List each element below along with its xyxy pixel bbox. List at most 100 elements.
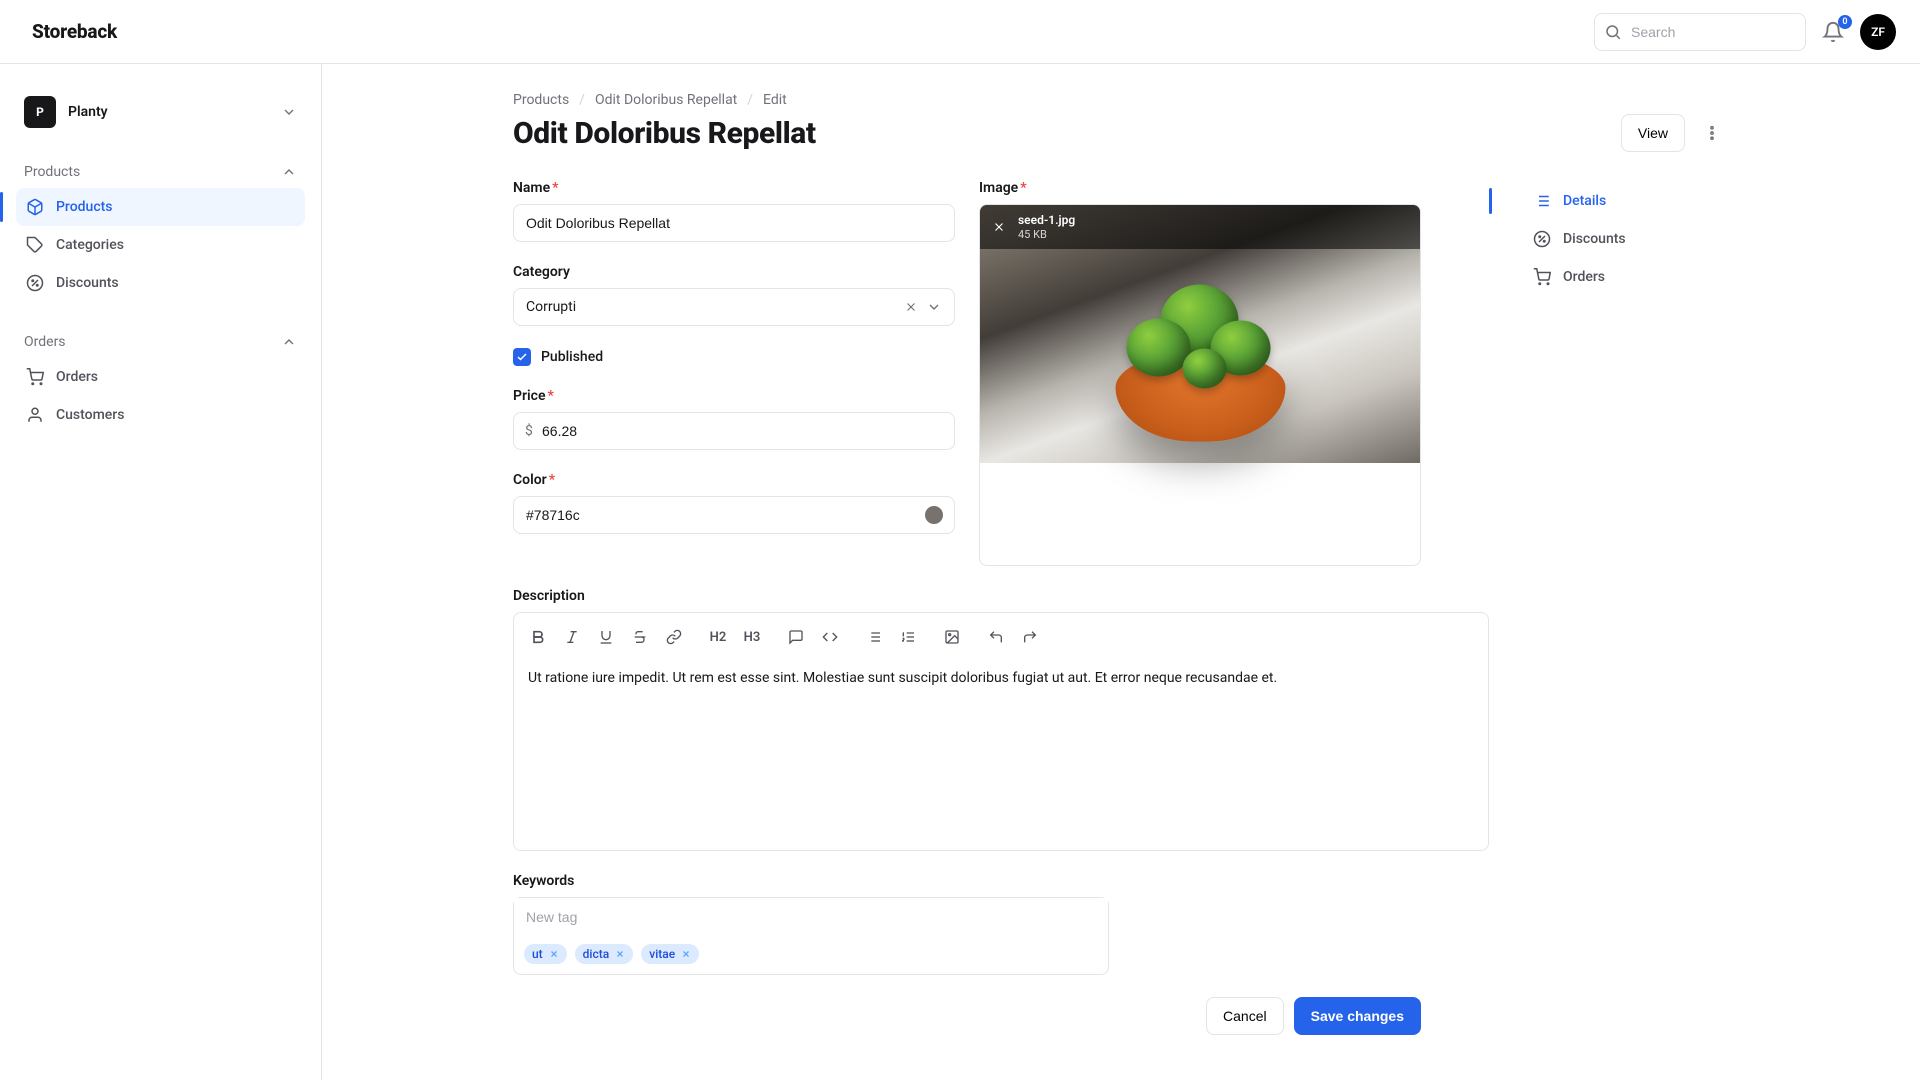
topbar-actions: 0 ZF — [1594, 13, 1896, 51]
user-avatar[interactable]: ZF — [1860, 14, 1896, 50]
undo-button[interactable] — [980, 621, 1012, 653]
editor-toolbar: H2 H3 — [514, 613, 1488, 662]
section-tab-details[interactable]: Details — [1519, 182, 1729, 220]
underline-icon — [598, 629, 614, 645]
field-price: Price* $ — [513, 388, 955, 450]
image-label: Image — [979, 180, 1018, 196]
breadcrumb-product[interactable]: Odit Doloribus Repellat — [595, 92, 737, 108]
sidebar-item-customers[interactable]: Customers — [16, 396, 305, 434]
section-tab-label: Details — [1563, 193, 1606, 209]
field-published[interactable]: Published — [513, 348, 955, 366]
search-input[interactable] — [1594, 13, 1806, 51]
sidebar-section-products[interactable]: Products — [16, 156, 305, 188]
undo-icon — [988, 629, 1004, 645]
tenant-switcher[interactable]: P Planty — [16, 88, 305, 136]
section-tab-orders[interactable]: Orders — [1519, 258, 1729, 296]
tenant-name: Planty — [68, 104, 108, 120]
list-ordered-icon — [900, 629, 916, 645]
code-icon — [822, 629, 838, 645]
chevron-up-icon — [281, 164, 297, 180]
price-label: Price — [513, 388, 546, 404]
sidebar-section-label: Products — [24, 164, 80, 180]
tag-remove-button[interactable] — [549, 949, 559, 959]
tag-item: vitae — [641, 944, 699, 964]
breadcrumb-products[interactable]: Products — [513, 92, 569, 108]
link-button[interactable] — [658, 621, 690, 653]
code-button[interactable] — [814, 621, 846, 653]
cart-icon — [1533, 268, 1551, 286]
close-icon — [615, 949, 625, 959]
save-button[interactable]: Save changes — [1294, 997, 1421, 1035]
sidebar-item-products[interactable]: Products — [16, 188, 305, 226]
description-textarea[interactable]: Ut ratione iure impedit. Ut rem est esse… — [514, 662, 1488, 850]
tag-remove-button[interactable] — [681, 949, 691, 959]
section-tab-label: Orders — [1563, 269, 1605, 285]
sidebar-item-categories[interactable]: Categories — [16, 226, 305, 264]
h3-button[interactable]: H3 — [736, 621, 768, 653]
sidebar: P Planty Products Products Categories Di… — [0, 64, 322, 1080]
name-input[interactable] — [513, 204, 955, 242]
image-filesize: 45 KB — [1018, 228, 1075, 241]
field-category: Category Corrupti — [513, 264, 955, 326]
close-icon — [681, 949, 691, 959]
required-icon: * — [1020, 180, 1026, 196]
remove-image-button[interactable] — [992, 220, 1006, 234]
global-search[interactable] — [1594, 13, 1806, 51]
sidebar-item-discounts[interactable]: Discounts — [16, 264, 305, 302]
published-checkbox[interactable] — [513, 348, 531, 366]
breadcrumb-sep: / — [579, 92, 585, 108]
quote-button[interactable] — [780, 621, 812, 653]
cancel-button[interactable]: Cancel — [1206, 997, 1284, 1035]
ordered-list-button[interactable] — [892, 621, 924, 653]
sidebar-item-orders[interactable]: Orders — [16, 358, 305, 396]
tenant-badge: P — [24, 96, 56, 128]
page-title: Odit Doloribus Repellat — [513, 116, 816, 151]
redo-button[interactable] — [1014, 621, 1046, 653]
section-tab-label: Discounts — [1563, 231, 1626, 247]
check-icon — [516, 351, 528, 363]
more-actions-button[interactable] — [1695, 114, 1729, 152]
sidebar-item-label: Discounts — [56, 275, 119, 291]
sidebar-item-label: Products — [56, 199, 113, 215]
image-uploader[interactable]: seed-1.jpg 45 KB — [979, 204, 1421, 566]
tag-remove-button[interactable] — [615, 949, 625, 959]
price-input[interactable] — [513, 412, 955, 450]
notifications-count: 0 — [1838, 15, 1852, 29]
tag-label: vitae — [649, 947, 675, 961]
tag-label: ut — [532, 947, 543, 961]
strike-button[interactable] — [624, 621, 656, 653]
keywords-label: Keywords — [513, 873, 574, 889]
color-input[interactable] — [513, 496, 955, 534]
breadcrumb-sep: / — [747, 92, 753, 108]
underline-button[interactable] — [590, 621, 622, 653]
category-label: Category — [513, 264, 570, 280]
notifications-button[interactable]: 0 — [1822, 21, 1844, 43]
sidebar-item-label: Customers — [56, 407, 124, 423]
tag-list: ut dicta vitae — [514, 936, 1108, 974]
sidebar-section-orders[interactable]: Orders — [16, 326, 305, 358]
sidebar-section-label: Orders — [24, 334, 66, 350]
field-name: Name* — [513, 180, 955, 242]
h3-icon: H3 — [744, 630, 761, 645]
list-bullet-icon — [866, 629, 882, 645]
field-keywords: Keywords ut dicta vitae — [513, 873, 1109, 975]
percent-icon — [26, 274, 44, 292]
chevron-down-icon — [926, 299, 942, 315]
image-icon — [944, 629, 960, 645]
section-tab-discounts[interactable]: Discounts — [1519, 220, 1729, 258]
keywords-input[interactable] — [514, 898, 1108, 936]
image-preview: seed-1.jpg 45 KB — [980, 205, 1420, 463]
user-icon — [26, 406, 44, 424]
h2-button[interactable]: H2 — [702, 621, 734, 653]
view-button[interactable]: View — [1621, 114, 1685, 152]
image-button[interactable] — [936, 621, 968, 653]
bullet-list-button[interactable] — [858, 621, 890, 653]
bold-button[interactable] — [522, 621, 554, 653]
italic-button[interactable] — [556, 621, 588, 653]
category-select[interactable]: Corrupti — [513, 288, 955, 326]
clear-icon[interactable] — [904, 300, 918, 314]
color-label: Color — [513, 472, 547, 488]
more-vertical-icon — [1703, 124, 1721, 142]
color-swatch[interactable] — [925, 506, 943, 524]
tag-item: ut — [524, 944, 567, 964]
